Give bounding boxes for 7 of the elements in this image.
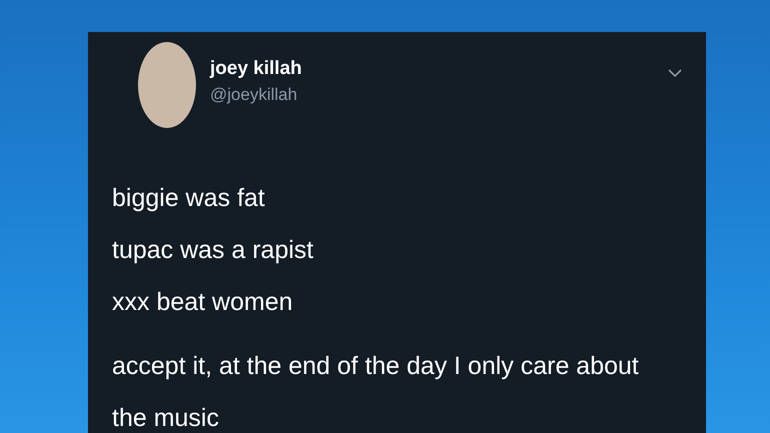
author-name: joey killah <box>210 58 302 80</box>
tweet-text: xxx beat women <box>112 287 294 318</box>
tweet-text: biggie was fat <box>112 183 266 214</box>
tweet-text: tupac was a rapist <box>112 235 314 266</box>
author-handle: @joeykillah <box>210 85 298 105</box>
tweet-text: accept it, at the end of the day I only care about the music <box>112 351 640 433</box>
chevron-down-icon[interactable] <box>668 69 682 77</box>
